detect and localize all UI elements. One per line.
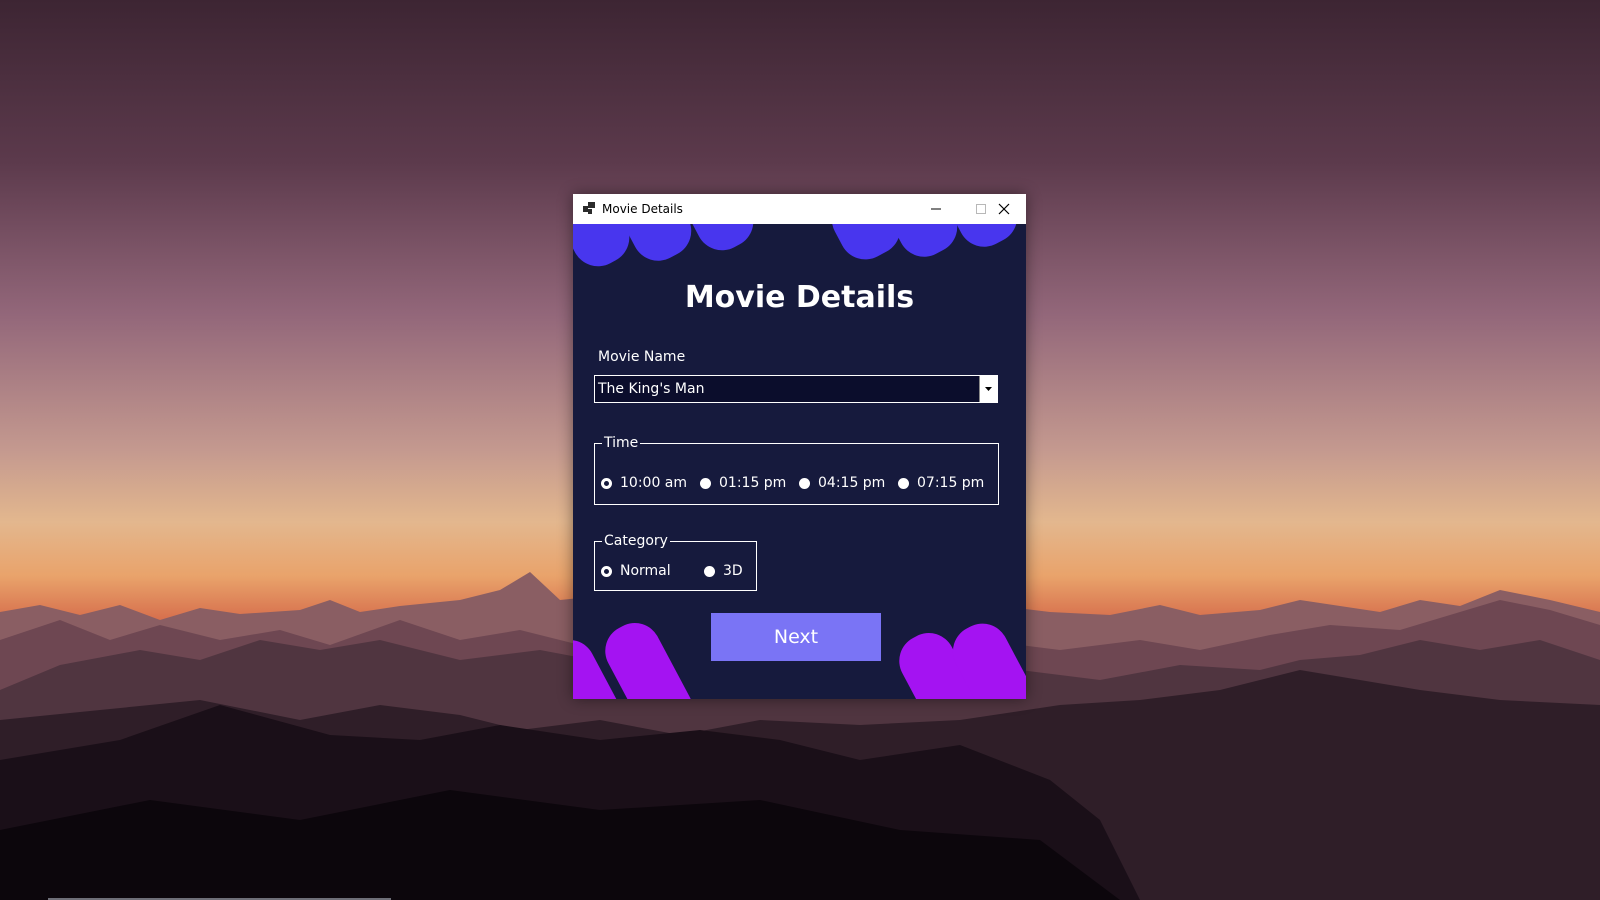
time-legend: Time — [604, 435, 639, 451]
movie-name-value: The King's Man — [598, 381, 705, 397]
time-option-label: 07:15 pm — [917, 475, 985, 491]
time-option-label: 01:15 pm — [719, 475, 787, 491]
close-icon — [998, 203, 1009, 215]
minimize-button[interactable] — [913, 194, 958, 224]
category-option-label: 3D — [723, 563, 743, 579]
chevron-down-icon — [985, 387, 992, 391]
page-title: Movie Details — [684, 280, 915, 315]
minimize-icon — [930, 208, 941, 210]
time-radio-0115pm[interactable]: 01:15 pm — [700, 475, 786, 491]
radio-checked-indicator — [601, 565, 612, 577]
movie-details-window: Movie Details Movie Details Movie Name T… — [573, 194, 1026, 699]
category-radio-normal[interactable]: Normal — [601, 563, 671, 579]
radio-unchecked-indicator — [898, 477, 909, 489]
time-radio-0415pm[interactable]: 04:15 pm — [799, 475, 885, 491]
radio-checked-indicator — [601, 477, 612, 489]
next-button[interactable]: Next — [711, 613, 881, 661]
category-legend: Category — [604, 533, 668, 549]
time-option-label: 04:15 pm — [818, 475, 886, 491]
time-option-label: 10:00 am — [620, 475, 688, 491]
dropdown-arrow-button[interactable] — [979, 376, 997, 402]
window-client-area: Movie Details Movie Name The King's Man … — [573, 224, 1026, 699]
title-bar[interactable]: Movie Details — [573, 194, 1026, 224]
time-radio-1000am[interactable]: 10:00 am — [601, 475, 687, 491]
window-title: Movie Details — [602, 202, 683, 216]
time-radio-0715pm[interactable]: 07:15 pm — [898, 475, 984, 491]
app-icon — [583, 202, 595, 214]
close-button[interactable] — [981, 194, 1026, 224]
radio-unchecked-indicator — [704, 565, 715, 577]
movie-name-label: Movie Name — [598, 349, 686, 365]
time-group: Time 10:00 am 01:15 pm 04:15 pm 07:15 pm — [594, 435, 999, 505]
radio-unchecked-indicator — [799, 477, 810, 489]
category-radio-3d[interactable]: 3D — [704, 563, 743, 579]
category-option-label: Normal — [620, 563, 671, 579]
movie-name-dropdown[interactable]: The King's Man — [594, 375, 998, 403]
desktop: Movie Details Movie Details Movie Name T… — [0, 0, 1600, 900]
radio-unchecked-indicator — [700, 477, 711, 489]
category-group: Category Normal 3D — [594, 533, 757, 591]
